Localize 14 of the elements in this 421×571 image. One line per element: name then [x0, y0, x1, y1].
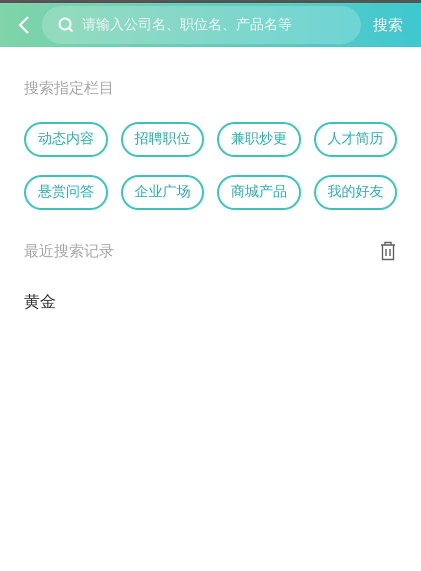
category-chip[interactable]: 企业广场: [120, 174, 204, 210]
section-title: 最近搜索记录: [24, 240, 114, 262]
category-chip[interactable]: 商城产品: [217, 174, 300, 210]
category-chip[interactable]: 兼职炒更: [217, 122, 300, 156]
category-chip[interactable]: 人才简历: [314, 122, 397, 156]
section-title: 搜索指定栏目: [24, 78, 114, 99]
category-chip[interactable]: 动态内容: [24, 122, 108, 156]
search-button[interactable]: 搜索: [373, 14, 403, 36]
search-icon: [58, 17, 74, 33]
history-item[interactable]: 黄金: [24, 290, 56, 314]
category-chip[interactable]: 我的好友: [314, 174, 397, 210]
category-chip[interactable]: 悬赏问答: [24, 174, 108, 210]
trash-icon[interactable]: [380, 240, 396, 261]
category-chip[interactable]: 招聘职位: [120, 122, 204, 156]
